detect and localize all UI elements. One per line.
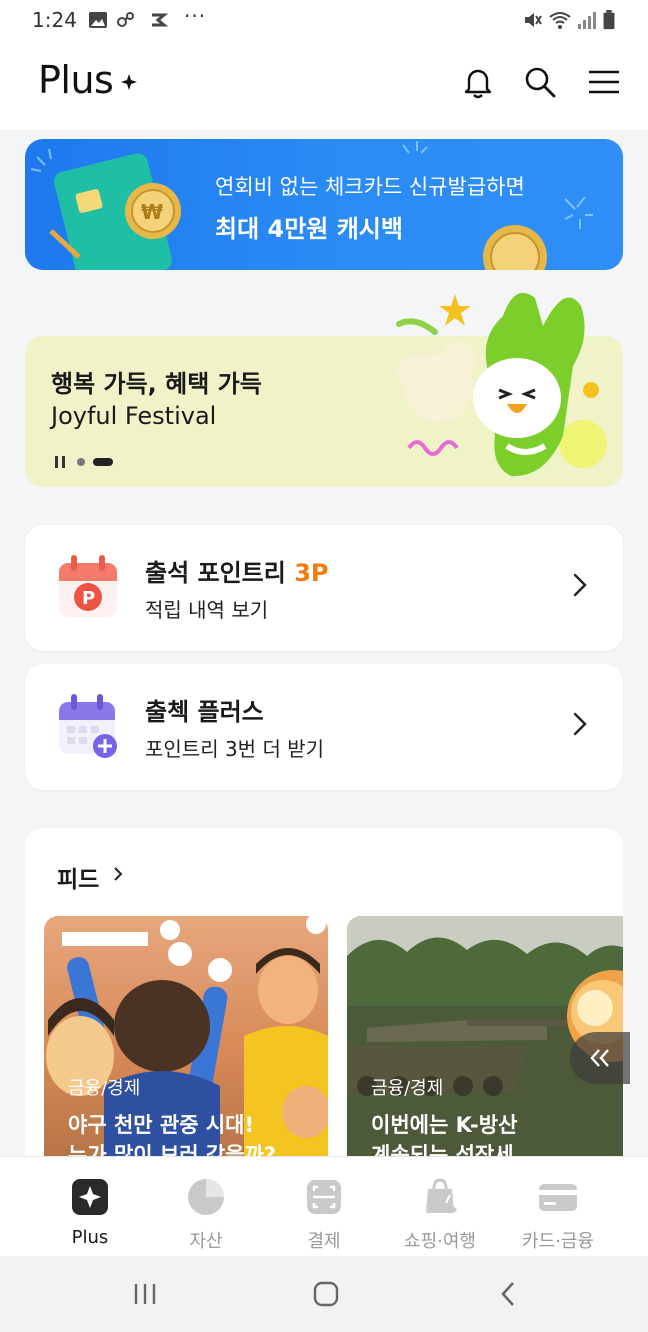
attendance-subtitle: 적립 내역 보기 bbox=[145, 598, 269, 622]
status-more: ··· bbox=[184, 4, 207, 28]
mascot-illustration bbox=[396, 292, 607, 477]
check-plus-title: 출첵 플러스 bbox=[145, 698, 264, 726]
check-plus-subtitle: 포인트리 3번 더 받기 bbox=[145, 737, 324, 761]
chevron-right-icon bbox=[573, 712, 587, 736]
sparkle-icon bbox=[121, 74, 137, 90]
gallery-icon bbox=[89, 12, 107, 28]
recent-apps-icon bbox=[134, 1284, 156, 1304]
search-button[interactable] bbox=[520, 62, 560, 102]
battery-icon bbox=[603, 10, 615, 30]
calendar-point-icon: P bbox=[59, 555, 117, 617]
nav-assets[interactable]: 자산 bbox=[146, 1177, 266, 1252]
calendar-plus-icon bbox=[59, 694, 117, 758]
festival-title: 행복 가득, 혜택 가득 bbox=[51, 370, 262, 398]
status-bar: 1:24 ··· bbox=[0, 0, 648, 40]
banner-pager bbox=[55, 456, 113, 468]
nav-label: 카드·금융 bbox=[522, 1231, 594, 1252]
nav-payment[interactable]: 결제 bbox=[264, 1177, 384, 1252]
scan-icon bbox=[307, 1180, 341, 1214]
attendance-points-card[interactable]: P 출석 포인트리 3P 적립 내역 보기 bbox=[25, 525, 623, 651]
check-plus-card[interactable]: 출첵 플러스 포인트리 3번 더 받기 bbox=[25, 664, 623, 790]
back-icon bbox=[501, 1282, 514, 1306]
svg-text:P: P bbox=[82, 588, 95, 609]
festival-banner[interactable]: 행복 가득, 혜택 가득 Joyful Festival bbox=[25, 292, 623, 487]
search-icon bbox=[525, 67, 556, 98]
nav-label: 결제 bbox=[307, 1231, 341, 1252]
chevron-right-icon bbox=[114, 867, 123, 881]
promo-banner[interactable]: ₩ 연회비 없는 체크카드 신규발급하면 최대 4만원 캐시백 bbox=[25, 139, 623, 270]
festival-subtitle: Joyful Festival bbox=[51, 402, 217, 430]
home-icon bbox=[313, 1281, 339, 1307]
bottom-nav: Plus 자산 결제 쇼핑·여행 카드·금융 bbox=[0, 1156, 648, 1256]
promo-line1: 연회비 없는 체크카드 신규발급하면 bbox=[215, 175, 525, 199]
home-button[interactable] bbox=[306, 1278, 346, 1310]
system-nav-bar bbox=[0, 1256, 648, 1332]
attendance-point-value: 3P bbox=[294, 559, 329, 587]
credit-card-icon bbox=[539, 1184, 577, 1211]
feed-heading[interactable]: 피드 bbox=[57, 860, 99, 894]
pager-dot[interactable] bbox=[77, 458, 85, 466]
hamburger-icon bbox=[589, 70, 619, 94]
mute-icon bbox=[525, 13, 542, 27]
nav-card-finance[interactable]: 카드·금융 bbox=[498, 1177, 618, 1252]
plus-sparkle-icon bbox=[72, 1179, 108, 1215]
app-s-icon bbox=[152, 13, 168, 27]
pager-dot-active[interactable] bbox=[93, 458, 113, 466]
notification-button[interactable] bbox=[458, 62, 498, 102]
svg-text:₩: ₩ bbox=[141, 200, 163, 224]
nav-label: 쇼핑·여행 bbox=[404, 1231, 476, 1252]
promo-illustration: ₩ bbox=[30, 141, 593, 270]
feed-title-line: 이번에는 K-방산 bbox=[371, 1113, 518, 1137]
pause-button[interactable] bbox=[55, 456, 69, 468]
nav-label: 자산 bbox=[189, 1231, 223, 1252]
back-button[interactable] bbox=[488, 1278, 528, 1310]
status-time: 1:24 bbox=[32, 8, 77, 32]
recent-apps-button[interactable] bbox=[125, 1278, 165, 1310]
link-icon bbox=[117, 12, 134, 27]
signal-icon bbox=[578, 12, 596, 29]
app-header: Plus bbox=[0, 40, 648, 130]
menu-button[interactable] bbox=[584, 62, 624, 102]
feed-title-line: 야구 천만 관중 시대! bbox=[68, 1113, 255, 1137]
app-title: Plus bbox=[38, 58, 114, 102]
attendance-title: 출석 포인트리 3P bbox=[145, 553, 329, 588]
nav-shopping-travel[interactable]: 쇼핑·여행 bbox=[380, 1177, 500, 1252]
double-chevron-left-icon bbox=[590, 1049, 609, 1067]
pie-chart-icon bbox=[188, 1179, 224, 1215]
attendance-title-text: 출석 포인트리 bbox=[145, 559, 286, 587]
nav-label: Plus bbox=[71, 1227, 109, 1248]
scroll-to-top-button[interactable] bbox=[570, 1032, 630, 1084]
bell-icon bbox=[464, 69, 492, 99]
promo-line2: 최대 4만원 캐시백 bbox=[215, 215, 403, 243]
shopping-bag-icon bbox=[426, 1178, 458, 1213]
feed-category: 금융/경제 bbox=[371, 1078, 444, 1099]
feed-category: 금융/경제 bbox=[68, 1078, 141, 1099]
nav-plus[interactable]: Plus bbox=[30, 1177, 150, 1249]
wifi-icon bbox=[549, 12, 571, 29]
chevron-right-icon bbox=[573, 573, 587, 597]
